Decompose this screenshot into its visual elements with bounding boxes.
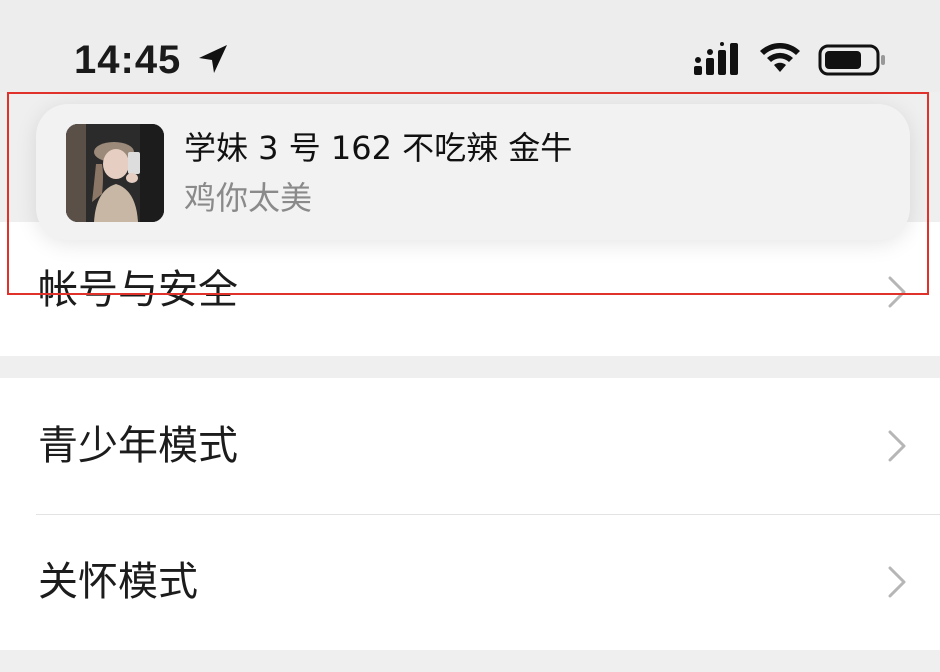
cellular-signal-icon: [694, 42, 738, 75]
wifi-icon: [760, 43, 800, 72]
settings-row-care-mode[interactable]: 关怀模式: [0, 514, 940, 650]
settings-group-account: 帐号与安全: [0, 222, 940, 356]
avatar-photo: [66, 124, 164, 222]
chevron-right-icon: [888, 276, 906, 308]
chevron-right-icon: [888, 430, 906, 462]
avatar: [66, 124, 164, 222]
notification-title: 学妹 3 号 162 不吃辣 金牛: [184, 129, 573, 167]
status-time: 14:45: [74, 38, 182, 82]
settings-row-teen-mode[interactable]: 青少年模式: [0, 378, 940, 514]
notification-banner[interactable]: 学妹 3 号 162 不吃辣 金牛 鸡你太美: [36, 104, 910, 240]
chevron-right-icon: [888, 566, 906, 598]
settings-row-account-security[interactable]: 帐号与安全: [0, 222, 940, 356]
row-label: 关怀模式: [38, 559, 198, 605]
row-label: 青少年模式: [38, 423, 238, 469]
settings-group-modes: 青少年模式 关怀模式: [0, 378, 940, 650]
notification-message: 鸡你太美: [184, 179, 313, 217]
location-arrow-icon: [199, 45, 227, 73]
status-bar: 14:45: [0, 0, 940, 92]
battery-icon: [818, 44, 885, 76]
row-label: 帐号与安全: [38, 267, 238, 313]
